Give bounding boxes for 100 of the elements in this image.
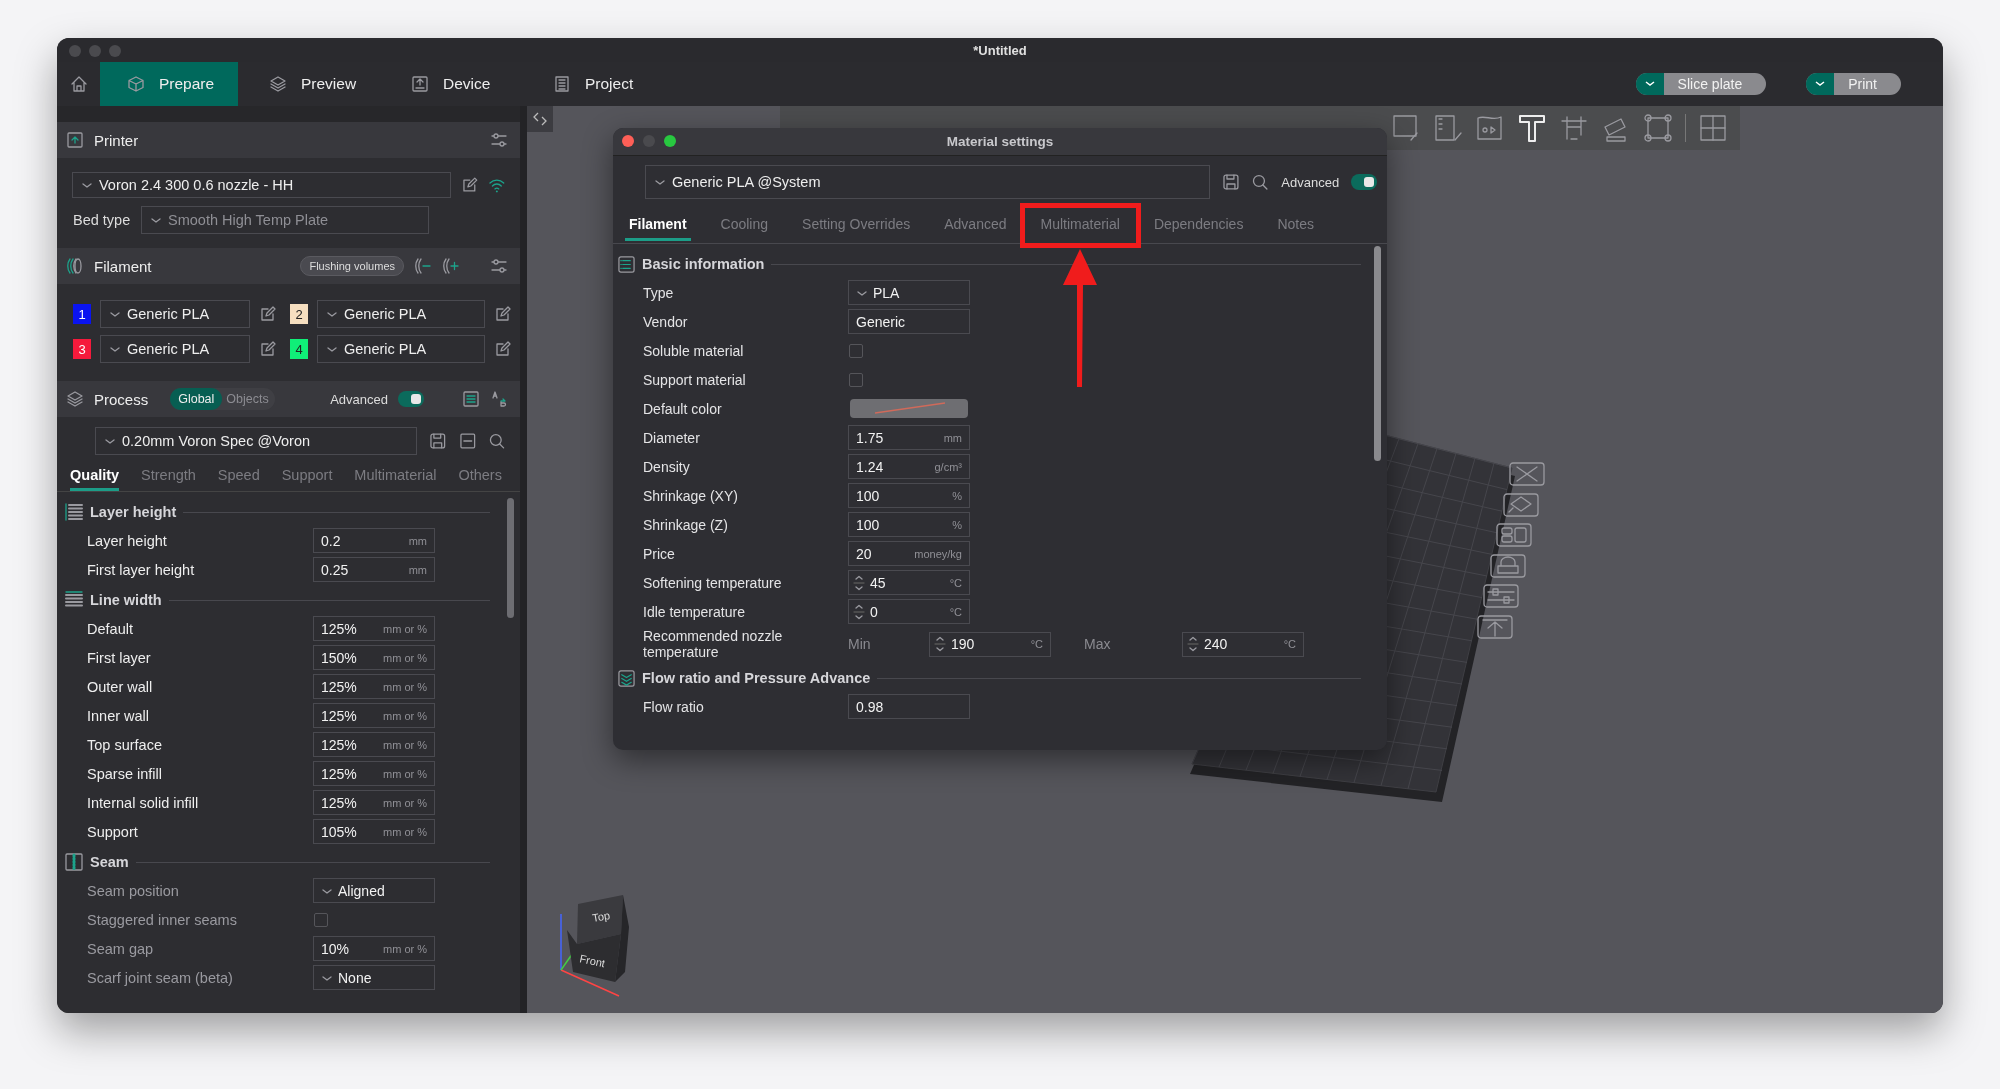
- search-icon[interactable]: [1251, 173, 1270, 191]
- layers-icon[interactable]: [66, 390, 84, 408]
- lock-icon[interactable]: [1489, 553, 1526, 578]
- nav-tab[interactable]: Preview: [238, 62, 380, 106]
- input-field[interactable]: 100 %: [848, 483, 970, 508]
- toggle-switch[interactable]: [398, 391, 424, 407]
- settings-tab[interactable]: Filament: [625, 210, 691, 241]
- printer-dropdown[interactable]: Voron 2.4 300 0.6 nozzle - HH: [72, 172, 451, 198]
- input-field[interactable]: 0.2 mm: [313, 528, 435, 553]
- edit-icon[interactable]: [259, 340, 277, 358]
- remove-filament-icon[interactable]: [414, 257, 432, 275]
- input-field[interactable]: Generic: [848, 309, 970, 334]
- checkbox[interactable]: [314, 912, 328, 927]
- puzzle-icon[interactable]: [1698, 113, 1728, 143]
- list-icon[interactable]: [462, 390, 480, 408]
- input-field[interactable]: 1.24 g/cm³: [848, 454, 970, 479]
- input-field[interactable]: 1.75 mm: [848, 425, 970, 450]
- spool-icon[interactable]: [66, 257, 84, 275]
- nav-tab[interactable]: Prepare: [100, 62, 238, 106]
- edit-icon[interactable]: [259, 305, 277, 323]
- layout-icon[interactable]: [1496, 523, 1532, 547]
- edit-icon[interactable]: [494, 340, 512, 358]
- scope-tab[interactable]: Global: [170, 388, 223, 410]
- dropdown[interactable]: PLA: [848, 280, 970, 305]
- save-icon[interactable]: [1221, 173, 1240, 191]
- zoom-button[interactable]: [664, 135, 676, 147]
- stepper-icon[interactable]: [1187, 635, 1199, 653]
- collapse-sidebar-button[interactable]: [527, 106, 553, 132]
- spin-field[interactable]: 190 °C: [929, 631, 1051, 657]
- input-field[interactable]: 100 %: [848, 512, 970, 537]
- add-filament-icon[interactable]: [442, 257, 460, 275]
- flushing-volumes-button[interactable]: Flushing volumes: [300, 256, 404, 276]
- stepper-icon[interactable]: [934, 635, 946, 653]
- setting-label: Staggered inner seams: [86, 911, 238, 928]
- settings-tab[interactable]: Quality: [70, 463, 120, 491]
- ruler-brush-icon[interactable]: [1433, 113, 1463, 143]
- sliders-icon[interactable]: [1483, 584, 1519, 608]
- group-title: Layer height: [90, 504, 177, 520]
- input-field[interactable]: 125% mm or %: [313, 761, 435, 786]
- dropdown[interactable]: None: [313, 965, 435, 990]
- input-field[interactable]: 20 money/kg: [848, 541, 970, 566]
- save-icon[interactable]: [429, 432, 447, 450]
- home-icon[interactable]: [69, 75, 88, 93]
- input-field[interactable]: 105% mm or %: [313, 819, 435, 844]
- setting-label: Outer wall: [86, 678, 154, 695]
- stepper-icon[interactable]: [853, 602, 865, 621]
- input-field[interactable]: 10% mm or %: [313, 936, 435, 961]
- edit-icon[interactable]: [494, 305, 512, 323]
- setting-label: Price: [642, 545, 676, 562]
- input-field[interactable]: 125% mm or %: [313, 674, 435, 699]
- frame-icon[interactable]: [1643, 113, 1673, 143]
- scrollbar-thumb[interactable]: [1374, 246, 1381, 461]
- color-swatch[interactable]: [850, 399, 968, 418]
- filament-dropdown[interactable]: Generic PLA: [317, 335, 485, 363]
- scrollbar-thumb[interactable]: [507, 498, 514, 618]
- compare-icon[interactable]: [490, 390, 508, 408]
- input-field[interactable]: 125% mm or %: [313, 790, 435, 815]
- input-field[interactable]: 125% mm or %: [313, 703, 435, 728]
- nav-tab[interactable]: Project: [522, 62, 664, 106]
- close-button[interactable]: [622, 135, 634, 147]
- input-field[interactable]: 125% mm or %: [313, 732, 435, 757]
- list-icon: [618, 255, 635, 273]
- view-cube[interactable]: [567, 895, 629, 982]
- spin-field[interactable]: 45 °C: [848, 570, 970, 595]
- input-field[interactable]: 0.98: [848, 694, 970, 719]
- printer-icon[interactable]: [66, 131, 84, 149]
- toggle-switch[interactable]: [1351, 174, 1377, 190]
- nav-tab[interactable]: Device: [380, 62, 522, 106]
- checkbox[interactable]: [849, 372, 863, 387]
- setting-label: Top surface: [86, 736, 163, 753]
- input-field[interactable]: 150% mm or %: [313, 645, 435, 670]
- sliders-icon[interactable]: [490, 257, 508, 275]
- spin-field[interactable]: 240 °C: [1182, 631, 1304, 657]
- filament-dropdown[interactable]: Generic PLA: [317, 300, 485, 328]
- bed-type-dropdown[interactable]: Smooth High Temp Plate: [141, 206, 429, 234]
- group-title: Line width: [90, 592, 162, 608]
- input-field[interactable]: 0.25 mm: [313, 557, 435, 582]
- stepper-icon[interactable]: [853, 573, 865, 592]
- process-dropdown[interactable]: 0.20mm Voron Spec @Voron: [95, 427, 418, 455]
- dropdown[interactable]: Aligned: [313, 878, 435, 903]
- filament-dropdown[interactable]: Generic PLA: [100, 335, 250, 363]
- setting-label: Support: [86, 823, 139, 840]
- spin-field[interactable]: 0 °C: [848, 599, 970, 624]
- setting-label: Soluble material: [642, 342, 745, 359]
- filament-preset-dropdown[interactable]: Generic PLA @System: [645, 165, 1210, 199]
- cross-icon[interactable]: [1509, 462, 1545, 486]
- input-field[interactable]: 125% mm or %: [313, 616, 435, 641]
- setting-label: Density: [642, 458, 691, 475]
- search-icon[interactable]: [488, 432, 506, 450]
- sliders-icon[interactable]: [490, 131, 508, 149]
- edit-icon[interactable]: [460, 176, 479, 194]
- setting-label: Idle temperature: [642, 603, 746, 620]
- text-icon[interactable]: [1517, 113, 1547, 143]
- image-brush-icon[interactable]: [1475, 113, 1505, 143]
- collapse-icon[interactable]: [458, 432, 477, 450]
- setting-label: Support material: [642, 371, 747, 388]
- upload-icon[interactable]: [1476, 614, 1513, 639]
- filament-dropdown[interactable]: Generic PLA: [100, 300, 250, 328]
- filament-number-badge: 1: [73, 304, 91, 324]
- checkbox[interactable]: [849, 343, 863, 358]
